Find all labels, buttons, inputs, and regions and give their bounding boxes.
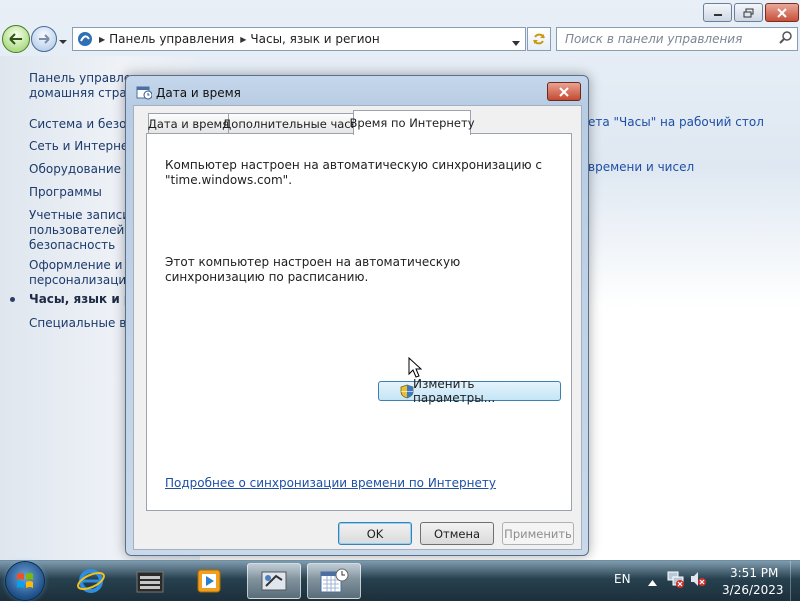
breadcrumb-clock-language-region[interactable]: Часы, язык и регион [250, 32, 379, 46]
control-panel-icon [78, 32, 92, 46]
date-time-icon [320, 568, 349, 593]
nav-item-appearance[interactable]: Оформление и персонализация [29, 258, 133, 288]
chevron-down-icon [512, 41, 520, 46]
dialog-title: Дата и время [156, 86, 241, 100]
tray-volume-button[interactable] [690, 571, 706, 590]
window-titlebar [0, 0, 800, 24]
navigation-bar: ▶ Панель управления ▶ Часы, язык и регио… [0, 25, 800, 53]
taskbar-media-player[interactable] [182, 563, 236, 599]
forward-button[interactable] [31, 26, 57, 52]
nav-item-user-accounts[interactable]: Учетные записи пользователей и безопасно… [29, 208, 136, 253]
control-panel-icon [261, 571, 287, 591]
nav-item-network-internet[interactable]: Сеть и Интернет [29, 139, 135, 154]
show-desktop-button[interactable] [790, 561, 800, 601]
tab-additional-clocks[interactable]: Дополнительные часы [222, 113, 360, 133]
change-settings-label: Изменить параметры... [413, 377, 496, 405]
refresh-button[interactable] [527, 27, 551, 51]
windows-logo-icon [17, 573, 33, 588]
media-player-icon [197, 569, 221, 593]
apply-button[interactable]: Применить [502, 522, 574, 545]
nav-item-programs[interactable]: Программы [29, 185, 102, 200]
address-bar[interactable]: ▶ Панель управления ▶ Часы, язык и регио… [72, 27, 526, 51]
taskbar-control-panel[interactable] [247, 563, 301, 599]
mouse-cursor-icon [408, 357, 422, 378]
search-box[interactable] [556, 27, 798, 51]
tray-network-button[interactable] [667, 570, 685, 591]
sync-schedule-text: Этот компьютер настроен на автоматическу… [165, 255, 461, 284]
breadcrumb-separator-icon: ▶ [240, 34, 247, 44]
cancel-button[interactable]: Отмена [420, 522, 494, 545]
dialog-body: Дата и время Дополнительные часы Время п… [133, 105, 582, 550]
clock-time[interactable]: 3:51 PM [730, 566, 778, 580]
change-settings-button[interactable]: Изменить параметры... [378, 377, 561, 405]
tab-internet-time[interactable]: Время по Интернету [349, 110, 475, 135]
close-button[interactable] [765, 3, 799, 22]
dialog-close-button[interactable] [547, 82, 581, 101]
current-item-bullet [10, 297, 15, 302]
start-button[interactable] [6, 562, 44, 600]
nav-item-label: Оформление и [29, 258, 123, 272]
minimize-button[interactable] [703, 3, 732, 22]
volume-muted-icon [691, 572, 706, 586]
chevron-down-icon [59, 40, 67, 44]
forward-arrow-icon [39, 34, 50, 44]
search-input[interactable] [563, 30, 767, 48]
nav-item-ease-of-access[interactable]: Специальные воз [29, 316, 140, 331]
internet-time-panel: Компьютер настроен на автоматическую син… [146, 133, 572, 511]
ok-button[interactable]: OK [338, 522, 412, 545]
taskbar-file-manager[interactable] [123, 563, 177, 599]
sync-server-text: Компьютер настроен на автоматическую син… [165, 158, 542, 187]
taskbar-date-time[interactable] [307, 563, 361, 599]
restore-icon [743, 8, 754, 17]
tray-expand-button[interactable] [648, 575, 657, 589]
language-indicator[interactable]: EN [614, 572, 631, 586]
add-clock-gadget-link[interactable]: ета "Часы" на рабочий стол [588, 115, 764, 129]
refresh-icon [533, 33, 545, 45]
breadcrumb-control-panel[interactable]: Панель управления [109, 32, 234, 46]
nav-item-label: пользователей и [29, 223, 136, 237]
date-number-format-link[interactable]: времени и чисел [588, 160, 694, 174]
close-icon [777, 7, 787, 18]
nav-item-label: безопасность [29, 238, 116, 252]
back-button[interactable] [2, 25, 30, 53]
internet-time-help-link[interactable]: Подробнее о синхронизации времени по Инт… [165, 476, 496, 490]
tab-date-time[interactable]: Дата и время [148, 113, 229, 133]
nav-item-label: персонализация [29, 273, 134, 287]
file-manager-icon [136, 571, 164, 593]
close-icon [559, 86, 569, 97]
back-arrow-icon [9, 33, 22, 45]
taskbar: EN 3:51 PM 3/26/2023 [0, 560, 800, 601]
recent-pages-dropdown[interactable] [58, 34, 68, 48]
clock-date[interactable]: 3/26/2023 [722, 583, 784, 597]
uac-shield-icon [400, 384, 414, 399]
breadcrumb-separator-icon: ▶ [99, 34, 106, 44]
date-time-dialog: Дата и время Дата и время Дополнительные… [125, 75, 589, 556]
search-icon[interactable] [779, 31, 793, 45]
ie-icon [77, 569, 105, 593]
address-dropdown[interactable] [512, 35, 520, 49]
nav-item-label: Учетные записи [29, 208, 131, 222]
chevron-up-icon [648, 580, 657, 586]
date-time-icon [136, 86, 152, 100]
network-warning-icon [667, 571, 684, 588]
restore-button[interactable] [734, 3, 763, 22]
minimize-icon [713, 13, 722, 16]
taskbar-internet-explorer[interactable] [64, 563, 118, 599]
